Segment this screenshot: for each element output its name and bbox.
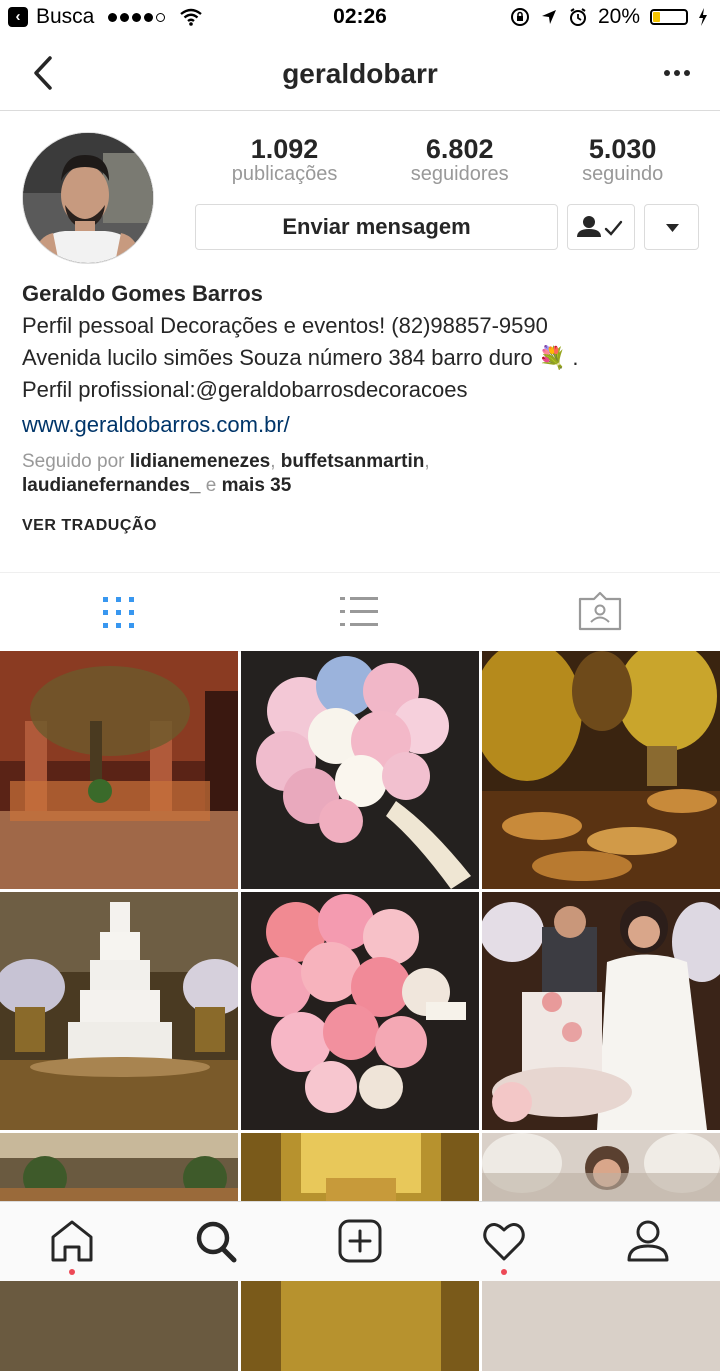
more-icon[interactable] bbox=[664, 70, 690, 76]
grid-photo[interactable] bbox=[241, 892, 479, 1130]
list-icon bbox=[340, 597, 378, 626]
orientation-lock-icon bbox=[510, 8, 529, 26]
grid-icon bbox=[103, 597, 134, 628]
tab-profile[interactable] bbox=[576, 1202, 720, 1281]
battery-icon bbox=[650, 9, 688, 25]
charging-icon bbox=[699, 8, 707, 26]
stat-posts[interactable]: 1.092 publicações bbox=[232, 134, 338, 186]
status-bar: ‹ Busca 02:26 20% bbox=[0, 0, 720, 36]
follower-username[interactable]: laudianefernandes_ bbox=[22, 475, 200, 496]
tab-activity[interactable] bbox=[432, 1202, 576, 1281]
see-translation-button[interactable]: VER TRADUÇÃO bbox=[22, 517, 157, 535]
bio-line: Perfil pessoal Decorações e eventos! (82… bbox=[22, 313, 548, 338]
bottom-tab-bar bbox=[0, 1201, 720, 1281]
separator: , bbox=[270, 451, 276, 472]
following-button[interactable] bbox=[567, 204, 635, 250]
separator: , bbox=[424, 451, 430, 472]
suggestions-dropdown-button[interactable] bbox=[644, 204, 699, 250]
grid-photo[interactable] bbox=[482, 651, 720, 889]
follower-username[interactable]: buffetsanmartin bbox=[281, 451, 425, 472]
avatar-photo bbox=[23, 133, 153, 263]
conjunction: e bbox=[205, 475, 217, 496]
status-right: 20% bbox=[510, 5, 708, 29]
profile-icon bbox=[627, 1220, 669, 1262]
tab-tagged[interactable] bbox=[480, 573, 720, 651]
tab-search[interactable] bbox=[144, 1202, 288, 1281]
full-name: Geraldo Gomes Barros bbox=[22, 281, 263, 306]
search-icon bbox=[196, 1221, 237, 1263]
followed-by-prefix: Seguido por bbox=[22, 451, 125, 472]
battery-percent: 20% bbox=[597, 5, 640, 28]
tagged-photos-icon bbox=[578, 591, 622, 631]
stat-value: 6.802 bbox=[425, 134, 494, 164]
profile-bio: Geraldo Gomes Barros Perfil pessoal Deco… bbox=[22, 278, 702, 441]
following-check-icon bbox=[577, 216, 623, 237]
triangle-down-icon bbox=[666, 224, 679, 232]
stat-label: publicações bbox=[231, 163, 338, 185]
location-icon bbox=[541, 10, 556, 24]
tab-grid[interactable] bbox=[0, 573, 240, 651]
profile-username-title: geraldobarr bbox=[282, 58, 438, 89]
followed-by[interactable]: Seguido por lidianemenezes, buffetsanmar… bbox=[22, 450, 702, 498]
more-followers[interactable]: mais 35 bbox=[222, 475, 292, 496]
stat-label: seguindo bbox=[582, 163, 664, 185]
profile-stats: 1.092 publicações 6.802 seguidores 5.030… bbox=[195, 134, 700, 186]
tab-home[interactable] bbox=[0, 1202, 144, 1281]
profile-nav-bar: geraldobarr bbox=[0, 36, 720, 111]
grid-photo[interactable] bbox=[241, 651, 479, 889]
notification-dot bbox=[501, 1269, 507, 1275]
website-link[interactable]: www.geraldobarros.com.br/ bbox=[22, 409, 702, 441]
grid-photo[interactable] bbox=[0, 651, 238, 889]
alarm-icon bbox=[569, 8, 586, 26]
bio-line[interactable]: Perfil profissional:@geraldobarrosdecora… bbox=[22, 374, 702, 406]
avatar[interactable] bbox=[22, 132, 154, 264]
stat-followers[interactable]: 6.802 seguidores bbox=[411, 134, 509, 186]
stat-following[interactable]: 5.030 seguindo bbox=[582, 134, 663, 186]
add-post-icon bbox=[338, 1219, 382, 1263]
send-message-button[interactable]: Enviar mensagem bbox=[195, 204, 558, 250]
grid-photo[interactable] bbox=[0, 892, 238, 1130]
grid-photo[interactable] bbox=[482, 892, 720, 1130]
follower-username[interactable]: lidianemenezes bbox=[130, 451, 270, 472]
stat-label: seguidores bbox=[410, 163, 509, 185]
bio-line: Avenida lucilo simões Souza número 384 b… bbox=[22, 345, 579, 370]
tab-list[interactable] bbox=[240, 573, 480, 651]
stat-value: 5.030 bbox=[588, 134, 657, 164]
tab-add-post[interactable] bbox=[288, 1202, 432, 1281]
profile-view-tabs bbox=[0, 572, 720, 652]
notification-dot bbox=[69, 1269, 75, 1275]
stat-value: 1.092 bbox=[250, 134, 319, 164]
